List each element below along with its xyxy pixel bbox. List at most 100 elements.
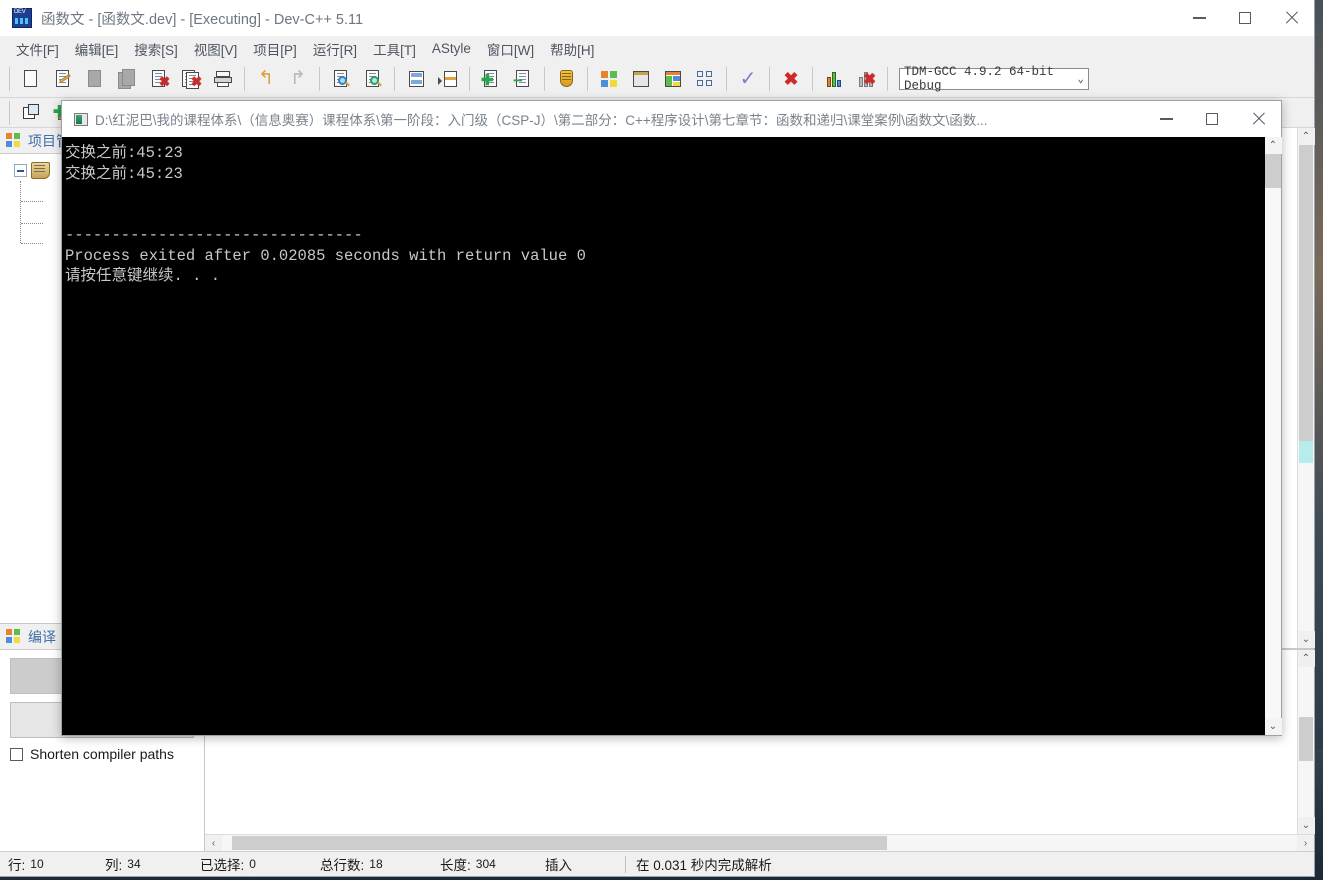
profile-icon[interactable] — [551, 64, 581, 94]
toolbar-separator-8 — [726, 66, 727, 91]
status-col: 列: 34 — [95, 852, 190, 876]
compile-run-icon[interactable] — [658, 64, 688, 94]
toolbar-separator-2 — [244, 66, 245, 91]
log-scroll-up-button[interactable]: ⌃ — [1297, 650, 1315, 667]
log-vscrollbar[interactable]: ⌃ ⌄ — [1297, 650, 1315, 834]
status-parse-time: 在 0.031 秒内完成解析 — [636, 858, 772, 873]
stop-icon[interactable]: ✖ — [776, 64, 806, 94]
find-icon[interactable] — [326, 64, 356, 94]
devcpp-icon — [12, 8, 32, 28]
compiler-panel-label: 编译 — [28, 628, 56, 645]
toolbar-separator-7 — [587, 66, 588, 91]
console-minimize-button[interactable] — [1143, 101, 1189, 137]
editor-vscrollbar[interactable]: ⌃ ⌄ — [1297, 128, 1315, 648]
console-window[interactable]: D:\红泥巴\我的课程体系\（信息奥赛）课程体系\第一阶段：入门级（CSP-J）… — [61, 100, 1282, 736]
tree-expander-icon[interactable] — [14, 164, 27, 177]
console-scroll-track[interactable] — [1265, 154, 1281, 718]
status-col-value: 34 — [127, 857, 141, 871]
toolbar-separator-11 — [887, 66, 888, 91]
print-icon[interactable] — [208, 64, 238, 94]
goto-line-icon[interactable] — [401, 64, 431, 94]
compiler-select-value: TDM-GCC 4.9.2 64-bit Debug — [904, 64, 1055, 93]
shorten-paths-checkbox[interactable] — [10, 747, 23, 761]
maximize-icon — [1239, 12, 1251, 24]
new-file-icon[interactable] — [16, 64, 46, 94]
main-titlebar: 函数文 - [函数文.dev] - [Executing] - Dev-C++ … — [0, 0, 1314, 37]
compile-icon[interactable] — [594, 64, 624, 94]
log-scroll-down-button[interactable]: ⌄ — [1297, 817, 1315, 834]
log-scroll-right-button[interactable]: › — [1297, 835, 1314, 852]
shorten-paths-row[interactable]: Shorten compiler paths — [10, 746, 194, 762]
close-button[interactable] — [1268, 0, 1314, 36]
status-row-label: 行: — [8, 858, 26, 873]
console-output[interactable]: 交换之前:45:23 交换之前:45:23 ------------------… — [62, 137, 1264, 735]
minimize-icon — [1192, 17, 1206, 19]
status-total-lines-value: 18 — [369, 857, 383, 871]
console-close-button[interactable] — [1235, 101, 1281, 137]
rebuild-icon[interactable] — [690, 64, 720, 94]
log-hscroll-track[interactable] — [222, 835, 1297, 851]
project-window-icon[interactable] — [16, 98, 46, 128]
minimize-button[interactable] — [1176, 0, 1222, 36]
status-length-label: 长度: — [440, 858, 471, 873]
compiler-select[interactable]: TDM-GCC 4.9.2 64-bit Debug ⌄ — [899, 64, 1089, 93]
toolbar2-separator — [9, 100, 10, 125]
editor-scroll-track[interactable] — [1298, 145, 1314, 631]
syntax-check-icon[interactable]: ✓ — [733, 64, 763, 94]
indent-icon[interactable] — [433, 64, 463, 94]
menu-help[interactable]: 帮助[H] — [542, 37, 602, 61]
log-scroll-thumb — [1299, 717, 1313, 761]
menu-window[interactable]: 窗口[W] — [479, 37, 542, 61]
menu-tools[interactable]: 工具[T] — [365, 37, 424, 61]
console-scroll-down-button[interactable]: ⌄ — [1264, 718, 1282, 735]
toolbar-separator — [9, 66, 10, 91]
toolbar-separator-9 — [769, 66, 770, 91]
close-file-icon[interactable]: ✖ — [144, 64, 174, 94]
editor-scroll-down-button[interactable]: ⌄ — [1297, 631, 1315, 648]
menu-project[interactable]: 项目[P] — [245, 37, 305, 61]
open-file-icon[interactable] — [48, 64, 78, 94]
status-row: 行: 10 — [0, 852, 95, 876]
console-scroll-up-button[interactable]: ⌃ — [1264, 137, 1282, 154]
maximize-button[interactable] — [1222, 0, 1268, 36]
log-scroll-track[interactable] — [1298, 667, 1314, 817]
save-icon[interactable] — [80, 64, 110, 94]
console-vscrollbar[interactable]: ⌃ ⌄ — [1264, 137, 1282, 735]
close-all-icon[interactable]: ✖ — [176, 64, 206, 94]
menubar: 文件[F] 编辑[E] 搜索[S] 视图[V] 项目[P] 运行[R] 工具[T… — [0, 37, 1314, 60]
close-icon — [1251, 112, 1265, 126]
redo-icon[interactable]: ↱ — [283, 64, 313, 94]
menu-file[interactable]: 文件[F] — [8, 37, 67, 61]
menu-astyle[interactable]: AStyle — [424, 39, 479, 58]
editor-scroll-up-button[interactable]: ⌃ — [1297, 128, 1315, 145]
status-col-label: 列: — [105, 858, 123, 873]
status-total-lines: 总行数: 18 — [310, 852, 430, 876]
main-toolbar: ✖ ✖ ↰ ↱ ✚ − ✓ ✖ ✖ TDM-GCC 4.9.2 64-bit D… — [0, 60, 1314, 98]
replace-icon[interactable] — [358, 64, 388, 94]
toolbar-separator-10 — [812, 66, 813, 91]
menu-run[interactable]: 运行[R] — [305, 37, 365, 61]
status-selected: 已选择: 0 — [190, 852, 310, 876]
undo-icon[interactable]: ↰ — [251, 64, 281, 94]
menu-search[interactable]: 搜索[S] — [126, 37, 186, 61]
profile-analysis-icon[interactable] — [819, 64, 849, 94]
run-icon[interactable] — [626, 64, 656, 94]
menu-edit[interactable]: 编辑[E] — [67, 37, 127, 61]
editor-scroll-thumb — [1299, 145, 1313, 455]
log-scroll-left-button[interactable]: ‹ — [205, 835, 222, 852]
log-hscrollbar[interactable]: ‹ › — [205, 834, 1314, 851]
shorten-paths-label: Shorten compiler paths — [30, 746, 174, 762]
add-item-icon[interactable]: ✚ — [476, 64, 506, 94]
console-maximize-button[interactable] — [1189, 101, 1235, 137]
status-row-value: 10 — [30, 857, 44, 871]
status-length-value: 304 — [475, 857, 496, 871]
save-all-icon[interactable] — [112, 64, 142, 94]
remove-item-icon[interactable]: − — [508, 64, 538, 94]
project-panel-icon — [6, 132, 22, 149]
delete-profile-icon[interactable]: ✖ — [851, 64, 881, 94]
toolbar-separator-3 — [319, 66, 320, 91]
status-selected-value: 0 — [249, 857, 256, 871]
chevron-down-icon: ⌄ — [1077, 73, 1084, 86]
status-selected-label: 已选择: — [200, 858, 245, 873]
menu-view[interactable]: 视图[V] — [186, 37, 246, 61]
